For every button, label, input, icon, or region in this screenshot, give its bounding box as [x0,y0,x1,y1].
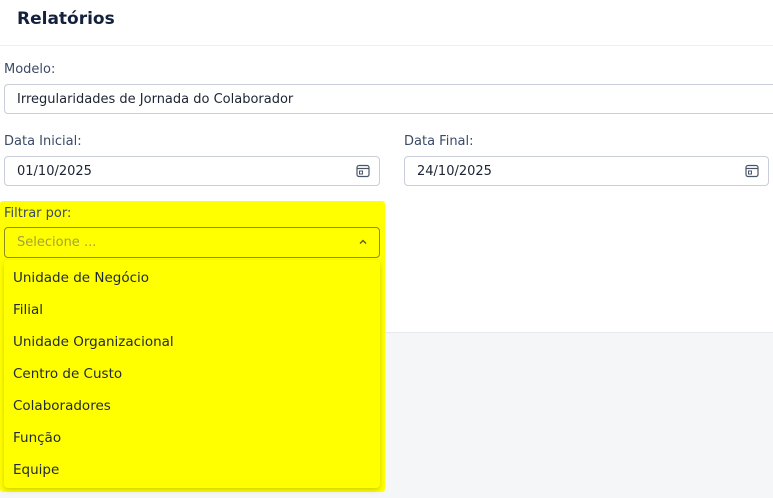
filter-option-equipe[interactable]: Equipe [13,462,59,478]
filter-select[interactable]: Selecione ... [4,227,380,258]
filter-dropdown: Unidade de Negócio Filial Unidade Organi… [4,260,380,488]
start-date-input[interactable]: 01/10/2025 [4,156,380,186]
filter-option-filial[interactable]: Filial [13,302,43,318]
end-date-value: 24/10/2025 [417,164,492,179]
filter-option-unidade-organizacional[interactable]: Unidade Organizacional [13,334,174,350]
filter-option-unidade-de-negocio[interactable]: Unidade de Negócio [13,270,149,286]
model-value: Irregularidades de Jornada do Colaborado… [17,92,294,107]
filter-placeholder: Selecione ... [17,235,97,250]
filter-label: Filtrar por: [4,206,72,221]
filter-option-colaboradores[interactable]: Colaboradores [13,398,111,414]
calendar-icon[interactable] [356,164,370,178]
start-date-value: 01/10/2025 [17,164,92,179]
calendar-icon[interactable] [745,164,759,178]
end-date-input[interactable]: 24/10/2025 [404,156,769,186]
end-date-label: Data Final: [404,134,474,149]
model-select[interactable]: Irregularidades de Jornada do Colaborado… [4,84,773,114]
page-header: Relatórios [0,0,773,46]
model-label: Modelo: [4,62,56,77]
filter-option-centro-de-custo[interactable]: Centro de Custo [13,366,122,382]
filter-option-funcao[interactable]: Função [13,430,61,446]
start-date-label: Data Inicial: [4,134,82,149]
page-title: Relatórios [17,9,115,29]
chevron-up-icon[interactable] [358,237,368,247]
